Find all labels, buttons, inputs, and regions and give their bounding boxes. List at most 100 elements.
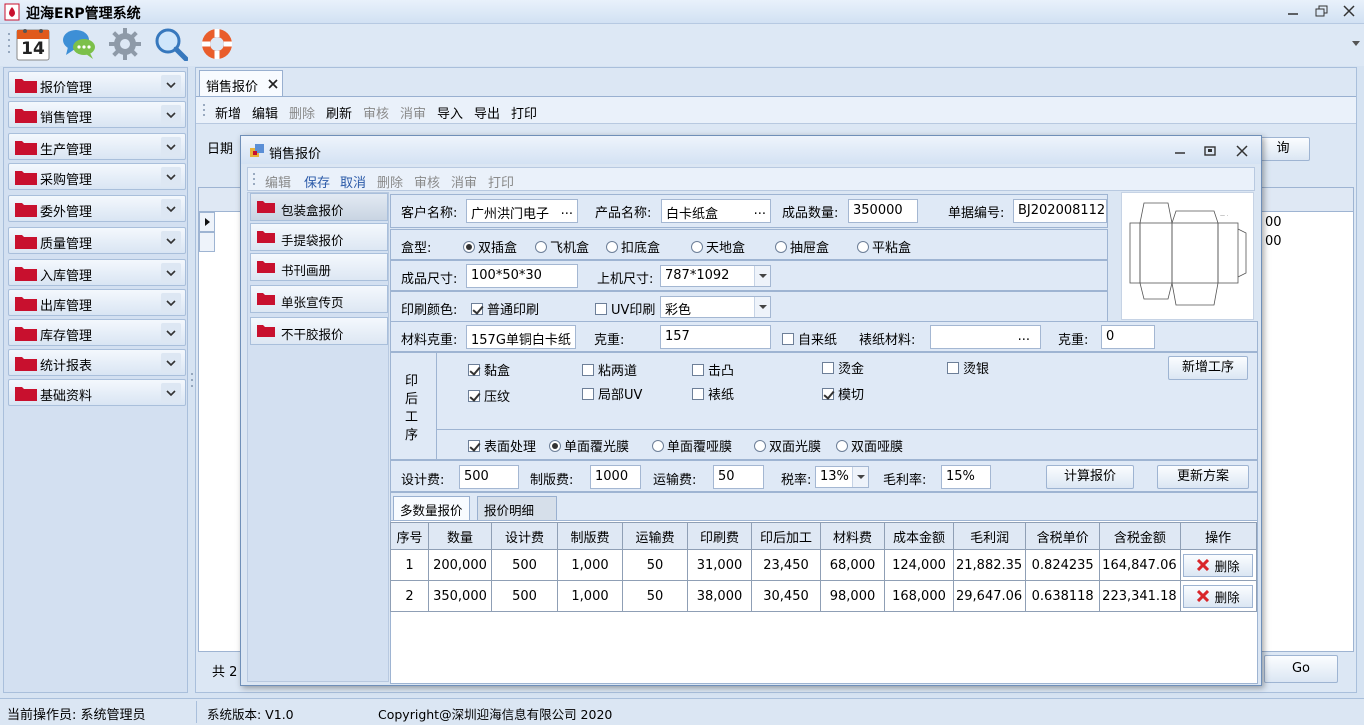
print-button[interactable]: 打印 <box>511 103 537 122</box>
tax-rate-select[interactable]: 13% <box>815 466 869 488</box>
chevron-down-icon[interactable] <box>754 266 770 286</box>
mount-lookup-button[interactable]: ... <box>1018 329 1030 344</box>
checkbox[interactable] <box>582 363 594 376</box>
delete-row-button[interactable]: 删除 <box>1183 553 1254 577</box>
checkbox[interactable] <box>782 332 794 345</box>
box-type-flat-glue[interactable]: 平粘盒 <box>857 237 911 256</box>
radio-dot[interactable] <box>754 439 766 452</box>
checkbox[interactable] <box>692 363 704 376</box>
chevron-down-icon[interactable] <box>161 105 181 125</box>
mount-material-input[interactable]: ... <box>930 325 1041 349</box>
search-icon[interactable] <box>154 27 188 61</box>
help-lifebuoy-icon[interactable] <box>200 27 234 61</box>
weight2-input[interactable]: 0 <box>1101 325 1155 349</box>
quote-type-bag[interactable]: 手提袋报价 <box>250 223 388 251</box>
box-type-double-tuck[interactable]: 双插盒 <box>463 237 517 256</box>
update-plan-button[interactable]: 更新方案 <box>1157 465 1249 489</box>
box-type-drawer[interactable]: 抽屉盒 <box>775 237 829 256</box>
chat-icon[interactable] <box>62 27 96 61</box>
surface-double-matte[interactable]: 双面哑膜 <box>836 436 903 455</box>
press-size-select[interactable]: 787*1092 <box>660 265 771 287</box>
radio-dot[interactable] <box>775 240 787 253</box>
surface-single-gloss[interactable]: 单面覆光膜 <box>549 436 629 455</box>
process-die-cut-checkbox[interactable]: 模切 <box>822 384 864 403</box>
radio-dot[interactable] <box>535 240 547 253</box>
sidebar-item-quality[interactable]: 质量管理 <box>8 227 186 254</box>
chevron-down-icon[interactable] <box>161 137 181 157</box>
import-button[interactable]: 导入 <box>437 103 463 122</box>
checkbox[interactable] <box>468 363 480 376</box>
edit-button[interactable]: 编辑 <box>252 103 278 122</box>
splitter-handle[interactable] <box>190 370 194 390</box>
box-type-mailer[interactable]: 飞机盒 <box>535 237 589 256</box>
plate-fee-input[interactable]: 1000 <box>590 465 641 489</box>
chevron-down-icon[interactable] <box>161 167 181 187</box>
sidebar-item-basic-data[interactable]: 基础资料 <box>8 379 186 406</box>
unaudit-button[interactable]: 消审 <box>400 103 426 122</box>
checkbox[interactable] <box>692 387 704 400</box>
surface-treatment-checkbox[interactable]: 表面处理 <box>468 436 536 455</box>
radio-dot[interactable] <box>857 240 869 253</box>
process-mount-checkbox[interactable]: 裱纸 <box>692 384 734 403</box>
radio-dot[interactable] <box>606 240 618 253</box>
process-silver-foil-checkbox[interactable]: 烫银 <box>947 358 989 377</box>
process-texture-checkbox[interactable]: 压纹 <box>468 386 510 405</box>
radio-dot[interactable] <box>691 240 703 253</box>
row-selector[interactable] <box>199 232 215 252</box>
print-button[interactable]: 打印 <box>488 172 514 191</box>
checkbox[interactable] <box>471 302 483 315</box>
minimize-icon[interactable] <box>1285 4 1301 18</box>
process-glue-checkbox[interactable]: 黏盒 <box>468 360 510 379</box>
tab-sales-quote[interactable]: 销售报价 <box>199 70 283 96</box>
chevron-down-icon[interactable] <box>161 199 181 219</box>
edit-button[interactable]: 编辑 <box>265 172 291 191</box>
quote-type-flyer[interactable]: 单张宣传页 <box>250 285 388 313</box>
row-selector[interactable] <box>199 212 215 232</box>
radio-dot[interactable] <box>836 439 848 452</box>
calendar-button[interactable]: 14 <box>16 27 50 61</box>
weight-input[interactable]: 157 <box>660 325 771 349</box>
surface-double-gloss[interactable]: 双面光膜 <box>754 436 821 455</box>
sidebar-item-inbound[interactable]: 入库管理 <box>8 259 186 286</box>
calculate-quote-button[interactable]: 计算报价 <box>1046 465 1134 489</box>
sidebar-item-outbound[interactable]: 出库管理 <box>8 289 186 316</box>
chevron-down-icon[interactable] <box>161 323 181 343</box>
settings-gear-icon[interactable] <box>108 27 142 61</box>
finished-size-input[interactable]: 100*50*30 <box>466 264 578 288</box>
quote-type-box[interactable]: 包装盒报价 <box>250 193 388 221</box>
sidebar-item-quote[interactable]: 报价管理 <box>8 71 186 98</box>
sidebar-item-purchase[interactable]: 采购管理 <box>8 163 186 190</box>
chevron-down-icon[interactable] <box>852 467 868 487</box>
box-type-lid-base[interactable]: 天地盒 <box>691 237 745 256</box>
radio-dot[interactable] <box>549 439 561 452</box>
quote-type-sticker[interactable]: 不干胶报价 <box>250 317 388 345</box>
checkbox[interactable] <box>468 389 480 402</box>
restore-icon[interactable] <box>1313 4 1329 18</box>
checkbox[interactable] <box>947 361 959 374</box>
quantity-input[interactable]: 350000 <box>848 199 918 223</box>
sidebar-item-inventory[interactable]: 库存管理 <box>8 319 186 346</box>
quote-type-book[interactable]: 书刊画册 <box>250 253 388 281</box>
table-row[interactable]: 1 200,000 500 1,000 50 31,000 23,450 68,… <box>390 549 1257 581</box>
radio-dot[interactable] <box>463 240 475 253</box>
save-button[interactable]: 保存 <box>304 172 330 191</box>
product-input[interactable]: 白卡纸盒 ... <box>661 199 771 223</box>
chevron-down-icon[interactable] <box>754 297 770 317</box>
product-lookup-button[interactable]: ... <box>754 203 766 218</box>
audit-button[interactable]: 审核 <box>363 103 389 122</box>
chevron-down-icon[interactable] <box>161 231 181 251</box>
self-paper-checkbox[interactable]: 自来纸 <box>782 329 837 348</box>
chevron-down-icon[interactable] <box>161 293 181 313</box>
toolbar-overflow-icon[interactable] <box>1352 39 1360 47</box>
radio-dot[interactable] <box>652 439 664 452</box>
process-gold-foil-checkbox[interactable]: 烫金 <box>822 358 864 377</box>
cancel-button[interactable]: 取消 <box>340 172 366 191</box>
doc-number-input[interactable]: BJ2020081121 <box>1013 199 1107 223</box>
tab-multi-qty[interactable]: 多数量报价 <box>393 496 470 520</box>
minimize-icon[interactable] <box>1173 145 1187 157</box>
unaudit-button[interactable]: 消审 <box>451 172 477 191</box>
uv-print-checkbox[interactable]: UV印刷 <box>595 299 655 318</box>
process-double-glue-checkbox[interactable]: 粘两道 <box>582 360 637 379</box>
box-type-lock-bottom[interactable]: 扣底盒 <box>606 237 660 256</box>
process-spot-uv-checkbox[interactable]: 局部UV <box>582 384 642 403</box>
